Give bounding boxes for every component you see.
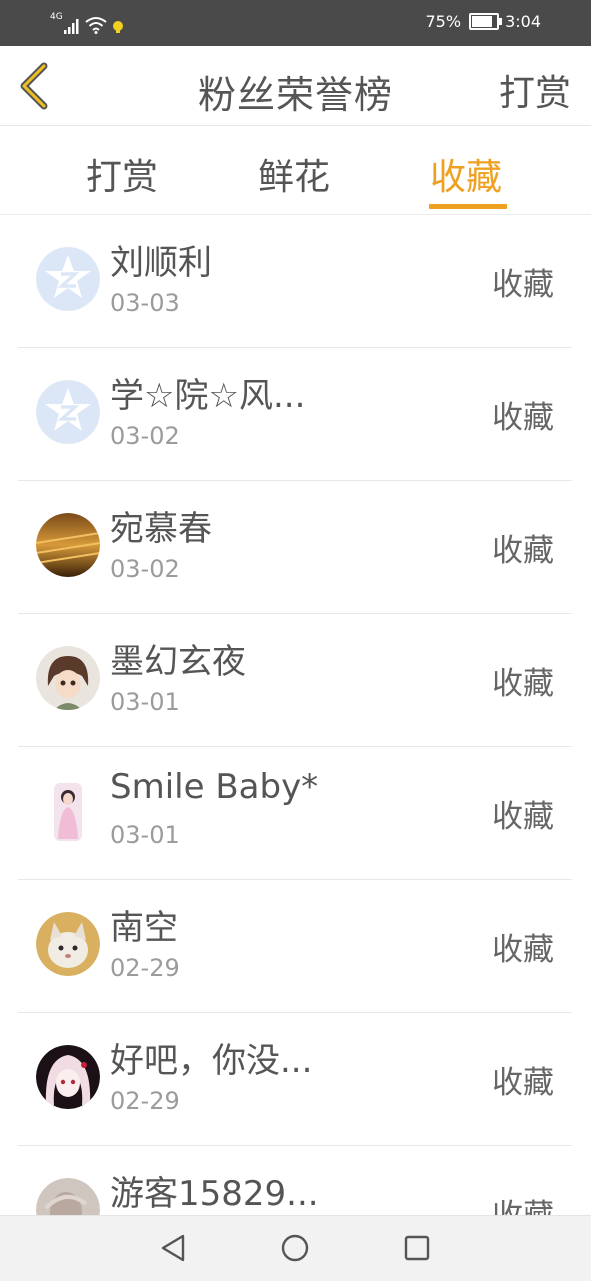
reward-button[interactable]: 打赏 xyxy=(499,64,571,116)
tab-reward[interactable]: 打赏 xyxy=(86,148,158,200)
tab-favorites[interactable]: 收藏 xyxy=(430,148,502,200)
list-item[interactable]: 学☆院☆风... 03-02 收藏 xyxy=(18,348,572,481)
fan-action: 收藏 xyxy=(492,267,554,303)
fan-date: 03-01 xyxy=(110,688,180,716)
notification-app-icon xyxy=(112,21,123,33)
list-item[interactable]: 南空 02-29 收藏 xyxy=(18,880,572,1013)
list-item[interactable]: 刘顺利 03-03 收藏 xyxy=(18,215,572,348)
clock: 3:04 xyxy=(505,12,541,31)
anime-avatar-icon xyxy=(36,1045,100,1109)
fan-date: 03-01 xyxy=(110,821,180,849)
fan-date: 02-29 xyxy=(110,954,180,982)
fan-action: 收藏 xyxy=(492,1065,554,1101)
tab-bar: 打赏 鲜花 收藏 xyxy=(0,126,591,215)
fan-name: 好吧，你没... xyxy=(110,1041,313,1081)
fan-name: 刘顺利 xyxy=(110,243,212,283)
fan-name: 墨幻玄夜 xyxy=(110,642,246,682)
list-item[interactable]: 好吧，你没... 02-29 收藏 xyxy=(18,1013,572,1146)
fan-action: 收藏 xyxy=(492,799,554,835)
network-label: 4G xyxy=(50,12,63,22)
fan-name: 宛慕春 xyxy=(110,509,212,549)
signal-icon xyxy=(63,19,79,34)
anime-avatar-icon xyxy=(36,646,100,710)
photo-avatar-icon xyxy=(36,513,100,577)
status-left-icons: 4G xyxy=(50,12,124,34)
fan-date: 03-03 xyxy=(110,289,180,317)
fan-action: 收藏 xyxy=(492,666,554,702)
photo-avatar-icon xyxy=(36,779,100,843)
recents-square-icon[interactable] xyxy=(399,1230,435,1266)
fan-action: 收藏 xyxy=(492,932,554,968)
back-triangle-icon[interactable] xyxy=(155,1230,191,1266)
fan-name: 南空 xyxy=(110,908,178,948)
list-item[interactable]: 墨幻玄夜 03-01 收藏 xyxy=(18,614,572,747)
default-qq-avatar-icon xyxy=(36,247,100,311)
list-item[interactable]: Smile Baby* 03-01 收藏 xyxy=(18,747,572,880)
status-right: 75% 3:04 xyxy=(426,12,542,31)
default-qq-avatar-icon xyxy=(36,380,100,444)
wifi-icon xyxy=(85,17,107,34)
status-bar: 4G 75% 3:04 xyxy=(0,0,591,46)
tab-flowers[interactable]: 鲜花 xyxy=(258,148,330,200)
fan-action: 收藏 xyxy=(492,533,554,569)
photo-avatar-icon xyxy=(36,1178,100,1215)
fan-name: Smile Baby* xyxy=(110,767,319,807)
app-header: 粉丝荣誉榜 打赏 xyxy=(0,46,591,126)
list-item[interactable]: 游客15829... 收藏 xyxy=(18,1146,572,1215)
fan-date: 03-02 xyxy=(110,555,180,583)
battery-percent: 75% xyxy=(425,12,462,31)
fan-name: 游客15829... xyxy=(110,1174,319,1214)
battery-icon xyxy=(469,13,503,30)
fan-date: 03-02 xyxy=(110,422,180,450)
list-item[interactable]: 宛慕春 03-02 收藏 xyxy=(18,481,572,614)
fan-name: 学☆院☆风... xyxy=(110,376,306,416)
home-circle-icon[interactable] xyxy=(277,1230,313,1266)
system-nav-bar xyxy=(0,1215,591,1281)
fan-date: 02-29 xyxy=(110,1087,180,1115)
cat-avatar-icon xyxy=(36,912,100,976)
fan-action: 收藏 xyxy=(492,1190,554,1215)
fan-action: 收藏 xyxy=(492,400,554,436)
active-tab-indicator xyxy=(429,204,507,209)
fan-list: 刘顺利 03-03 收藏 学☆院☆风... 03-02 收藏 宛慕春 03-02… xyxy=(0,215,591,1215)
